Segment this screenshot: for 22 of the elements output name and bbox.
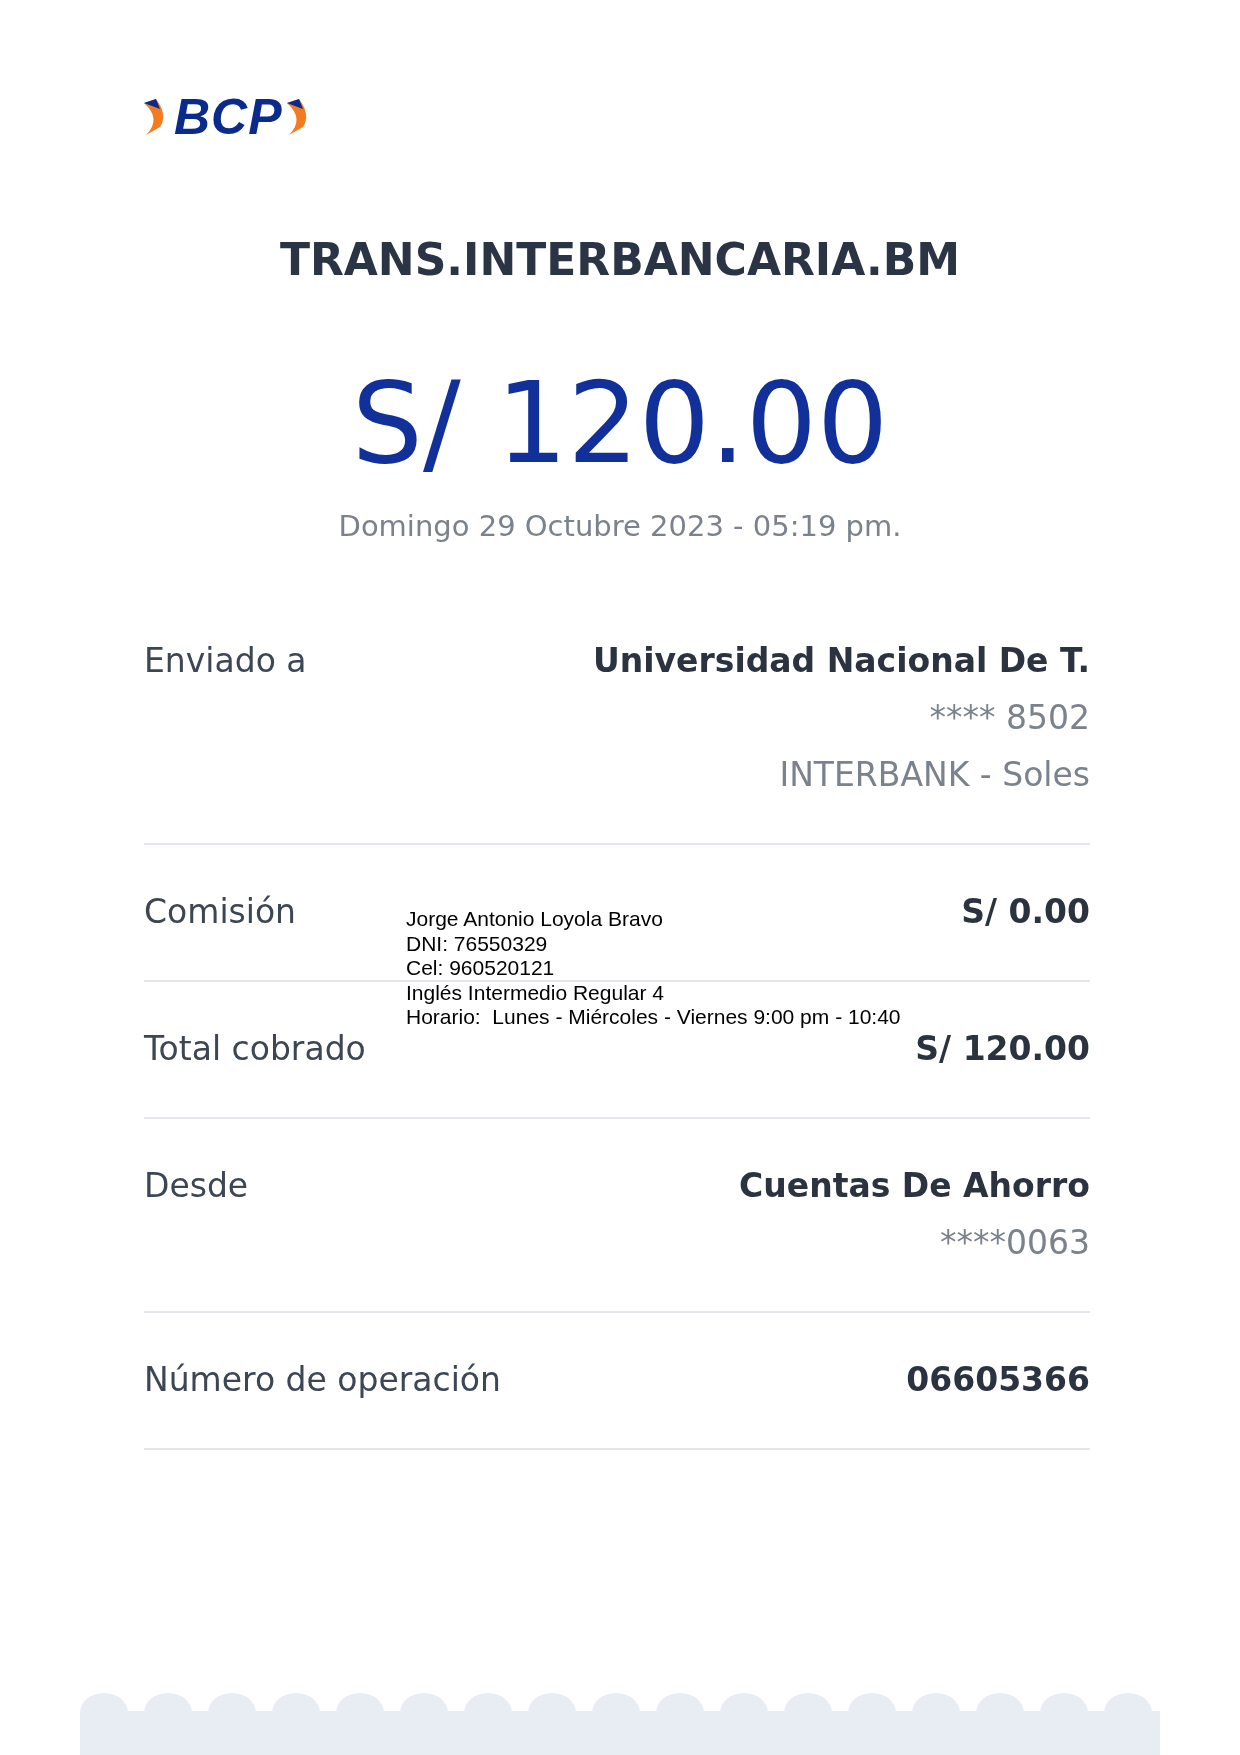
row-value: S/ 0.00 [961,891,1090,933]
row-label: Número de operación [144,1359,501,1401]
amount: S/ 120.00 [350,358,890,488]
row-label: Enviado a [144,640,307,682]
note-line: Jorge Antonio Loyola Bravo [406,907,664,932]
transaction-title: TRANS.INTERBANCARIA.BM [278,233,962,287]
row-value: 06605366 [906,1359,1090,1401]
row-value: INTERBANK - Soles [779,754,1090,796]
row-label: Comisión [144,891,296,933]
row-value: Cuentas De Ahorro [739,1165,1090,1207]
note-line: DNI: 76550329 [406,931,549,956]
note-line: Inglés Intermedio Regular 4 [406,980,665,1005]
row-label: Desde [144,1165,249,1207]
row-value: **** 8502 [929,697,1090,739]
note-line: Horario: Lunes - Miércoles - Viernes 9:00 pm - 10:40 [406,1005,901,1030]
row-value: ****0063 [940,1222,1090,1264]
date-time: Domingo 29 Octubre 2023 - 05:19 pm. [337,508,903,545]
row-value: S/ 120.00 [915,1028,1090,1070]
note-line: Cel: 960520121 [406,956,556,981]
row-value: Universidad Nacional De T. [593,640,1090,682]
row-label: Total cobrado [144,1028,366,1070]
logo: BCP [174,92,283,142]
